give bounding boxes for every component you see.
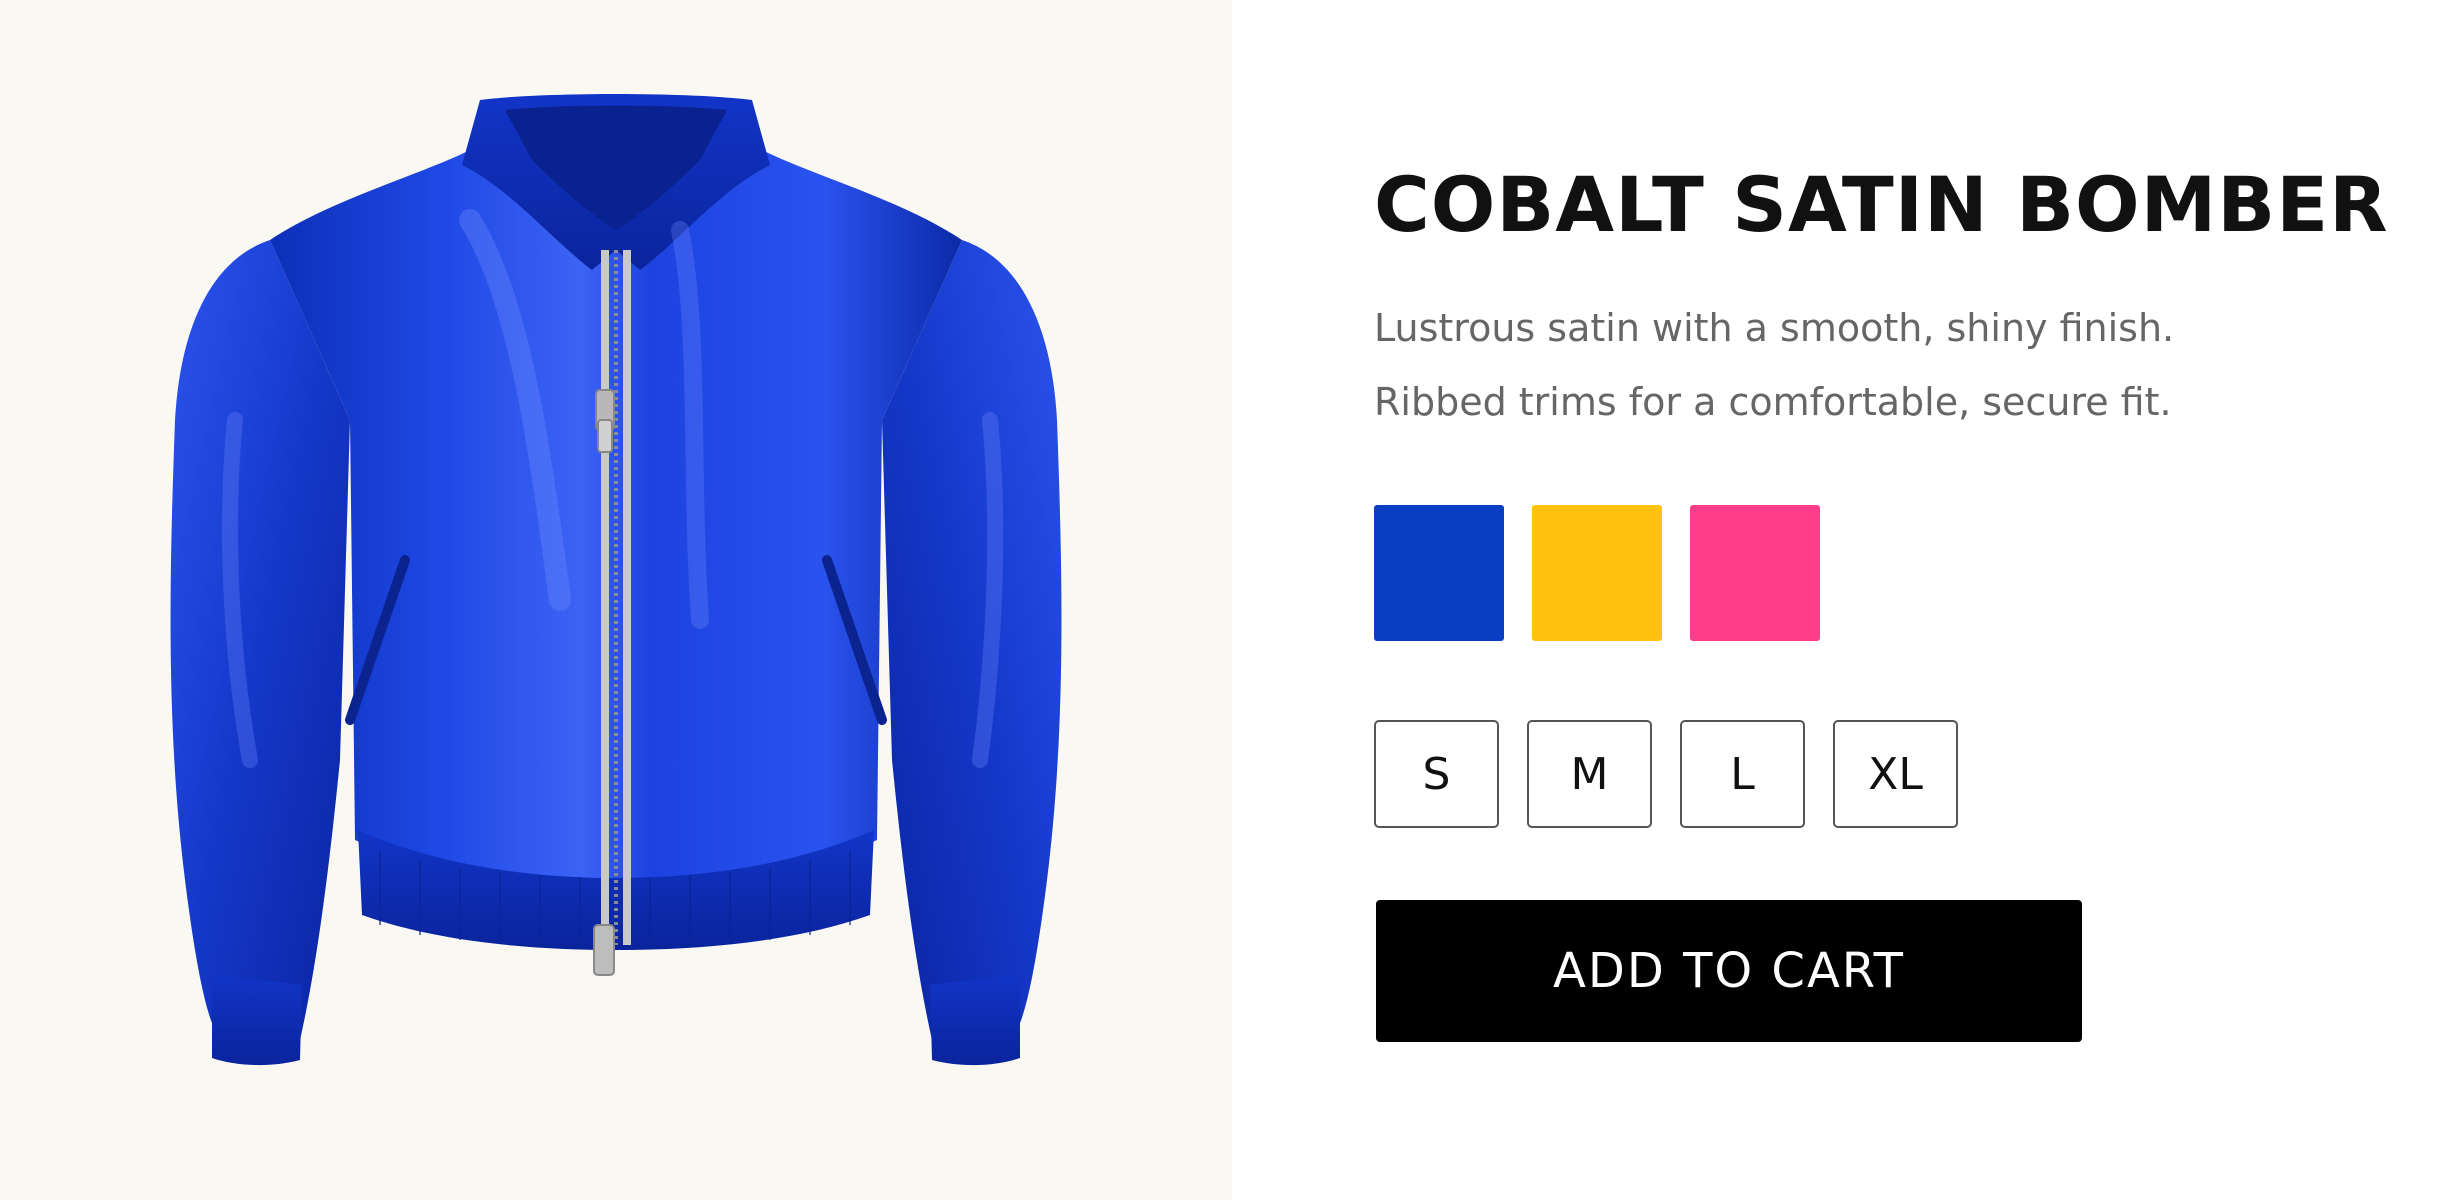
color-swatch-yellow[interactable] — [1532, 505, 1662, 641]
product-title: COBALT SATIN BOMBER — [1374, 160, 2389, 249]
size-option-group: S M L XL — [1374, 720, 1958, 828]
product-image — [170, 94, 1062, 1066]
product-description-line-2: Ribbed trims for a comfortable, secure f… — [1374, 380, 2172, 424]
color-swatch-group — [1374, 505, 1820, 641]
size-option-s[interactable]: S — [1374, 720, 1499, 828]
size-option-m[interactable]: M — [1527, 720, 1652, 828]
add-to-cart-button[interactable]: ADD TO CART — [1376, 900, 2082, 1042]
product-image-panel — [0, 0, 1232, 1200]
product-page: COBALT SATIN BOMBER Lustrous satin with … — [0, 0, 2464, 1200]
color-swatch-cobalt[interactable] — [1374, 505, 1504, 641]
product-details-panel: COBALT SATIN BOMBER Lustrous satin with … — [1232, 0, 2464, 1200]
color-swatch-pink[interactable] — [1690, 505, 1820, 641]
size-option-l[interactable]: L — [1680, 720, 1805, 828]
size-option-xl[interactable]: XL — [1833, 720, 1958, 828]
product-description-line-1: Lustrous satin with a smooth, shiny fini… — [1374, 306, 2175, 350]
